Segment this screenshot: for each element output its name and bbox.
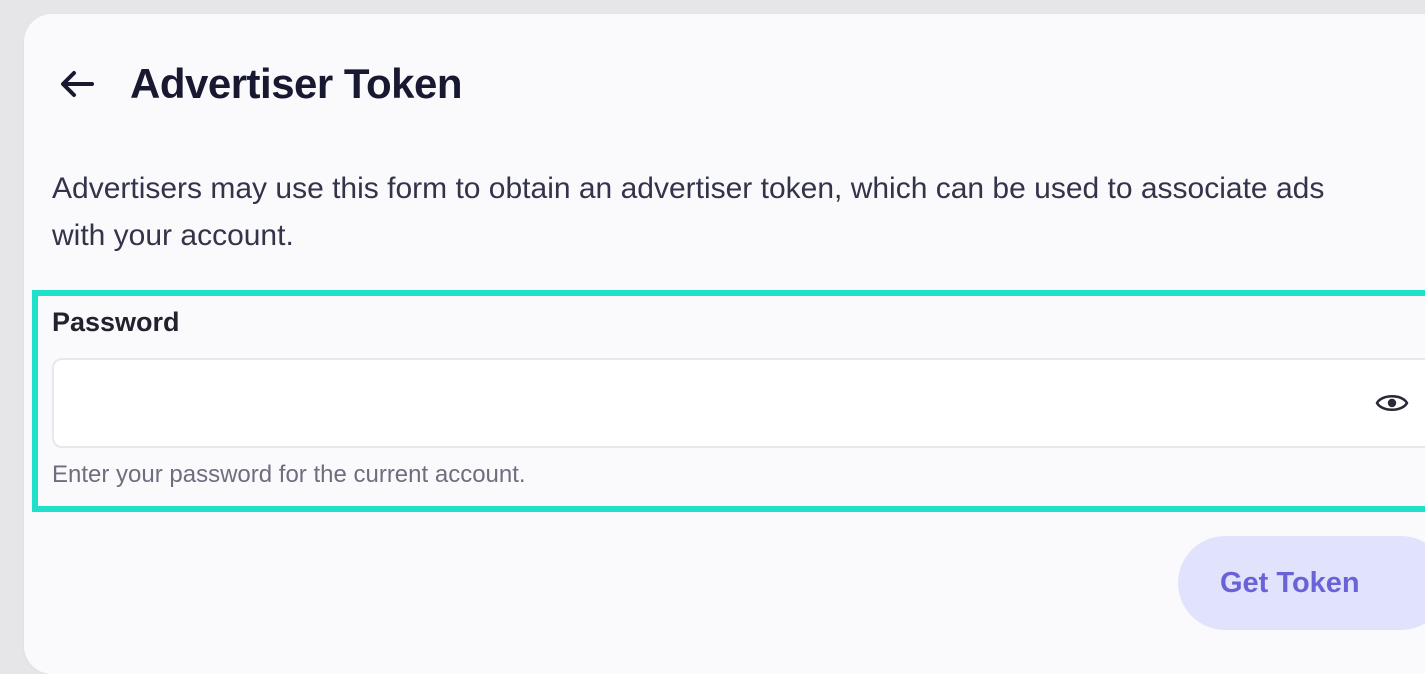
get-token-button[interactable]: Get Token [1178, 536, 1425, 630]
form-description: Advertisers may use this form to obtain … [52, 172, 1325, 252]
password-label: Password [52, 307, 180, 337]
password-field [52, 358, 1425, 448]
arrow-left-icon[interactable] [58, 64, 102, 104]
password-hint: Enter your password for the current acco… [52, 461, 526, 488]
password-input[interactable] [74, 360, 1358, 448]
eye-icon[interactable] [1374, 388, 1410, 418]
page-title: Advertiser Token [130, 60, 463, 107]
page-header: Advertiser Token [58, 60, 463, 108]
